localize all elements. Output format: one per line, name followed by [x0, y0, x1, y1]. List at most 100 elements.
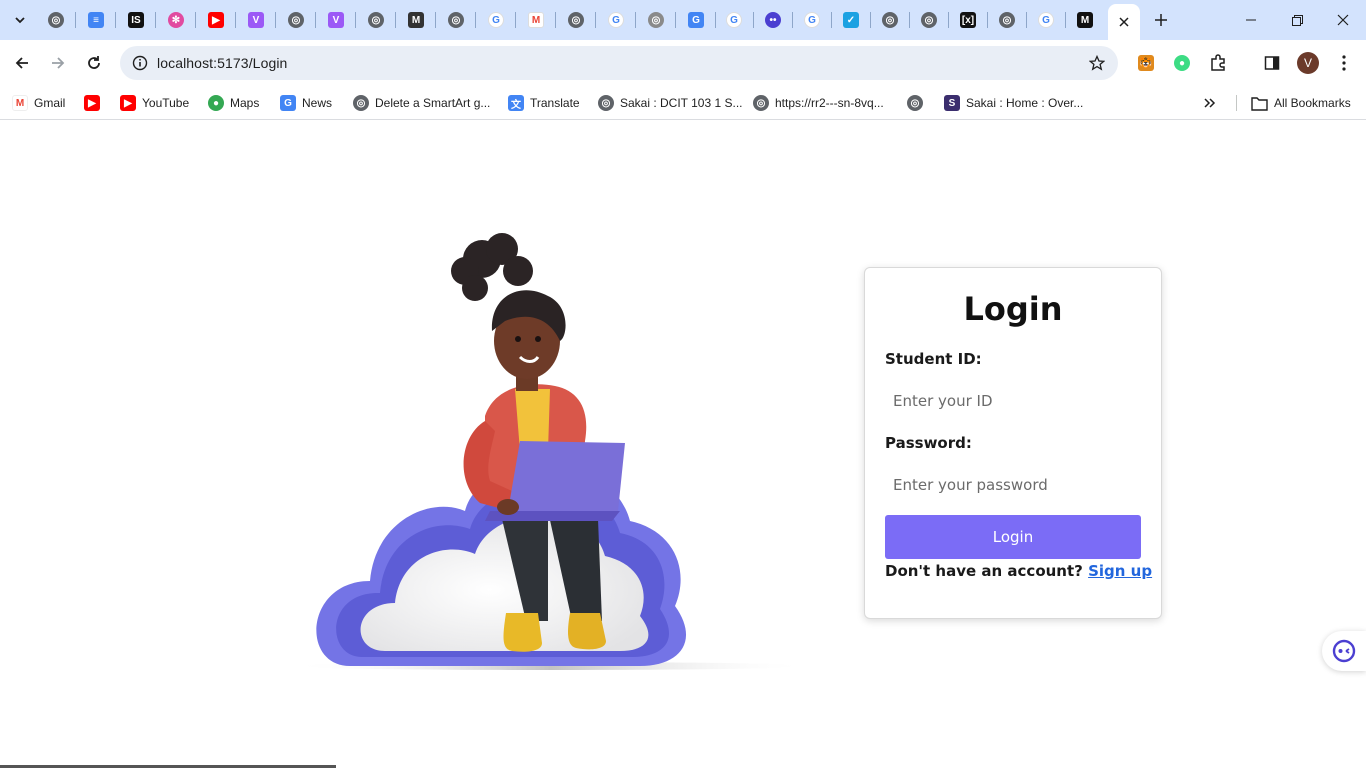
minimize-button[interactable]: [1228, 0, 1274, 40]
extensions-puzzle-icon[interactable]: [1206, 51, 1230, 75]
signup-link[interactable]: Sign up: [1088, 562, 1152, 580]
bookmark-translate[interactable]: 文 Translate: [508, 92, 580, 114]
new-tab-button[interactable]: [1148, 8, 1174, 32]
tab[interactable]: M: [516, 8, 556, 32]
minimize-icon: [1246, 19, 1256, 21]
tab[interactable]: ◎: [987, 8, 1027, 32]
tab[interactable]: ◎: [436, 8, 476, 32]
android-extension-icon[interactable]: ●: [1170, 51, 1194, 75]
double-chevron-right-icon: [1204, 98, 1216, 108]
address-bar[interactable]: localhost:5173/Login: [120, 46, 1118, 80]
bookmark-label: Translate: [530, 96, 580, 110]
tab-search-button[interactable]: [6, 6, 34, 34]
tab[interactable]: G: [792, 8, 832, 32]
translate-icon: 文: [508, 95, 524, 111]
tab[interactable]: G: [714, 8, 754, 32]
bookmark-maps[interactable]: ● Maps: [208, 92, 259, 114]
browser-toolbar: localhost:5173/Login 🐯 ●: [0, 40, 1366, 86]
check-icon: ✓: [843, 12, 859, 28]
google-icon: G: [1038, 12, 1054, 28]
password-label: Password:: [885, 434, 972, 452]
bookmark-sakai-home[interactable]: S Sakai : Home : Over...: [944, 92, 1083, 114]
bookmark-youtube-icon-only[interactable]: ▶: [84, 92, 100, 114]
bookmarks-divider: [1236, 95, 1237, 111]
tab[interactable]: M: [396, 8, 436, 32]
tab[interactable]: ✓: [831, 8, 871, 32]
active-tab[interactable]: [1108, 4, 1140, 40]
news-icon: G: [688, 12, 704, 28]
tab[interactable]: ◎: [909, 8, 949, 32]
tab[interactable]: IS: [116, 8, 156, 32]
bookmarks-overflow-button[interactable]: [1204, 92, 1216, 114]
bookmarks-bar: M Gmail ▶ ▶ YouTube ● Maps G News ◎ Dele…: [0, 86, 1366, 120]
bookmark-star-icon[interactable]: [1086, 52, 1108, 74]
bookmark-smartart[interactable]: ◎ Delete a SmartArt g...: [353, 92, 490, 114]
tab[interactable]: [x]: [948, 8, 988, 32]
login-button[interactable]: Login: [885, 515, 1141, 559]
google-icon: G: [726, 12, 742, 28]
login-page: Login Student ID: Password: Login Don't …: [0, 121, 1366, 768]
tab[interactable]: ▶: [196, 8, 236, 32]
tab[interactable]: G: [676, 8, 716, 32]
restore-button[interactable]: [1274, 0, 1320, 40]
bracket-icon: [x]: [960, 12, 976, 28]
student-id-label: Student ID:: [885, 350, 982, 368]
globe-icon: ◎: [288, 12, 304, 28]
bookmark-sakai-dcit[interactable]: ◎ Sakai : DCIT 103 1 S...: [598, 92, 743, 114]
tiger-extension-icon[interactable]: 🐯: [1134, 51, 1158, 75]
tab[interactable]: V: [236, 8, 276, 32]
vite-icon: V: [248, 12, 264, 28]
no-account-text: Don't have an account?: [885, 562, 1083, 580]
youtube-icon: ▶: [120, 95, 136, 111]
back-button[interactable]: [6, 47, 38, 79]
folder-icon: [1251, 96, 1268, 111]
globe-icon: ◎: [907, 95, 923, 111]
profile-avatar[interactable]: V: [1297, 52, 1319, 74]
bookmark-rr2[interactable]: ◎ https://rr2---sn-8vq...: [753, 92, 884, 114]
tab[interactable]: M: [1065, 8, 1105, 32]
bookmark-globe-icon-only[interactable]: ◎: [907, 92, 923, 114]
globe-icon: ◎: [368, 12, 384, 28]
gmail-icon: M: [12, 95, 28, 111]
close-icon[interactable]: [1119, 17, 1129, 27]
is-icon: IS: [128, 12, 144, 28]
tab[interactable]: ◎: [556, 8, 596, 32]
bookmark-youtube[interactable]: ▶ YouTube: [120, 92, 189, 114]
bookmark-label: Maps: [230, 96, 260, 110]
forward-button[interactable]: [42, 47, 74, 79]
tab[interactable]: G: [596, 8, 636, 32]
password-input[interactable]: [885, 466, 1141, 504]
tab[interactable]: ≡: [76, 8, 116, 32]
bookmark-label: News: [302, 96, 333, 110]
bookmark-label: Sakai : DCIT 103 1 S...: [620, 96, 743, 110]
reload-button[interactable]: [78, 47, 110, 79]
tab[interactable]: V: [316, 8, 356, 32]
globe-icon: ◎: [648, 12, 664, 28]
bookmark-label: YouTube: [142, 96, 190, 110]
tab[interactable]: ••: [753, 8, 793, 32]
react-icon: ✻: [168, 12, 184, 28]
tab[interactable]: ◎: [356, 8, 396, 32]
bookmark-news[interactable]: G News: [280, 92, 332, 114]
close-window-button[interactable]: [1320, 0, 1366, 40]
globe-icon: ◎: [921, 12, 937, 28]
youtube-icon: ▶: [208, 12, 224, 28]
docs-icon: ≡: [88, 12, 104, 28]
side-panel-icon[interactable]: [1260, 51, 1284, 75]
tab[interactable]: ◎: [636, 8, 676, 32]
tab-strip: ◎ ≡ IS ✻ ▶ V ◎ V ◎ M ◎ G M ◎ G ◎ G G •• …: [0, 0, 1366, 40]
all-bookmarks-button[interactable]: All Bookmarks: [1251, 92, 1351, 114]
tab[interactable]: ◎: [276, 8, 316, 32]
menu-kebab-icon[interactable]: [1332, 51, 1356, 75]
tab[interactable]: ◎: [36, 8, 76, 32]
tab[interactable]: ◎: [870, 8, 910, 32]
tab[interactable]: G: [476, 8, 516, 32]
bookmark-gmail[interactable]: M Gmail: [12, 92, 65, 114]
google-icon: G: [608, 12, 624, 28]
tab[interactable]: G: [1026, 8, 1066, 32]
student-id-input[interactable]: [885, 382, 1141, 420]
tab[interactable]: ✻: [156, 8, 196, 32]
address-url[interactable]: localhost:5173/Login: [157, 55, 287, 71]
site-info-icon[interactable]: [128, 51, 152, 75]
floating-assistant-button[interactable]: [1322, 631, 1366, 671]
